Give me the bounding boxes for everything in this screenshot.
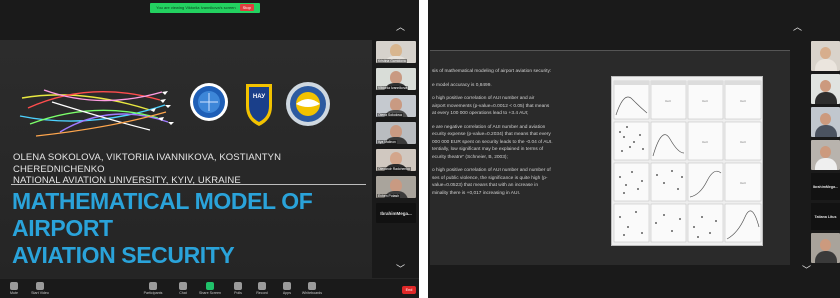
- text-line: value=0.0523) that means that with an in…: [432, 183, 538, 188]
- toolbar-label: Apps: [282, 291, 292, 295]
- svg-text:Corr: Corr: [740, 140, 746, 144]
- correlation-matrix-graphic: Corr Corr Corr Corr Corr Corr: [613, 80, 762, 243]
- toolbar-label: Polls: [234, 291, 242, 295]
- svg-text:Corr: Corr: [740, 181, 746, 185]
- chevron-down-icon[interactable]: ﹀: [802, 263, 811, 276]
- results-paragraph-2: e are negative correlation of AUI number…: [432, 124, 612, 162]
- svg-text:Corr: Corr: [702, 140, 708, 144]
- title-line-1: MATHEMATICAL MODEL OF AIRPORT: [12, 188, 313, 241]
- toolbar-label: Mute: [10, 291, 18, 295]
- start-video-button[interactable]: Start Video: [28, 282, 52, 295]
- toolbar-label: Chat: [179, 291, 187, 295]
- text-line: ecurity theatre" (Schneier, B, 2003);: [432, 154, 508, 160]
- screen-share-banner[interactable]: You are viewing Viktoriia Ivannikova's s…: [150, 3, 260, 13]
- participant-name: Evhen Potash: [377, 194, 401, 198]
- apps-icon: [283, 282, 291, 290]
- participant-tile[interactable]: [811, 233, 840, 263]
- share-banner-text: You are viewing Viktoriia Ivannikova's s…: [156, 5, 236, 10]
- record-button[interactable]: Record: [250, 282, 274, 295]
- title-line-2: AVIATION SECURITY: [12, 242, 235, 268]
- participant-strip: IbrahimMega... Tatiana Litus: [811, 41, 840, 266]
- participant-name-tile[interactable]: Tatiana Litus: [811, 203, 840, 230]
- share-screen-button[interactable]: Share Screen: [198, 282, 222, 295]
- slide-authors: OLENA SOKOLOVA, VIKTORIIA IVANNIKOVA, KO…: [13, 152, 372, 187]
- participants-button[interactable]: Participants: [141, 282, 165, 295]
- end-meeting-button[interactable]: End: [402, 286, 416, 294]
- text-line: ses of public violence, the significance…: [432, 175, 548, 181]
- participant-tile[interactable]: Olexandr Radchenko: [376, 149, 416, 171]
- meeting-toolbar: Mute Start Video Participants Chat Share…: [0, 278, 419, 298]
- participant-tile[interactable]: Olena Sokolova: [376, 95, 416, 117]
- right-zoom-window: ︿ sis of mathematical modeling of airpor…: [428, 0, 840, 298]
- text-line: ecurity expense (p-value=0.2034) that me…: [432, 132, 551, 137]
- correlation-matrix-plot: Corr Corr Corr Corr Corr Corr: [611, 76, 763, 246]
- toolbar-label: Record: [256, 291, 268, 295]
- participant-tile[interactable]: [811, 41, 840, 71]
- share-screen-icon: [206, 282, 214, 290]
- text-line: at every 100 000 operations lead to +3.4…: [432, 111, 529, 116]
- polls-button[interactable]: Polls: [226, 282, 250, 295]
- results-accuracy: e model accuracy is 0,8499.: [432, 82, 492, 88]
- results-heading: sis of mathematical modeling of airport …: [432, 69, 552, 74]
- toolbar-label: Share Screen: [199, 291, 221, 295]
- chevron-down-icon[interactable]: ﹀: [396, 262, 405, 275]
- authors-line: OLENA SOKOLOVA, VIKTORIIA IVANNIKOVA, KO…: [13, 152, 282, 175]
- toolbar-label: Participants: [143, 291, 163, 295]
- svg-text:НАУ: НАУ: [253, 94, 265, 100]
- slide-title: MATHEMATICAL MODEL OF AIRPORT AVIATION S…: [12, 188, 372, 269]
- toolbar-label: Start Video: [31, 291, 49, 295]
- participant-tile[interactable]: Ilya Malinov: [376, 122, 416, 144]
- chat-bubble-icon: [179, 282, 187, 290]
- participant-tile[interactable]: Kristina Gamidova: [376, 41, 416, 63]
- record-icon: [258, 282, 266, 290]
- text-line: 000 000 EUR spent on security leads to t…: [432, 139, 553, 145]
- text-line: e are negative correlation of AUI number…: [432, 124, 546, 130]
- chevron-up-icon[interactable]: ︿: [793, 20, 802, 33]
- participant-name: Viktoriia Ivannikova: [377, 86, 409, 90]
- shared-slide-results: sis of mathematical modeling of airport …: [430, 50, 790, 265]
- participant-tile[interactable]: Evhen Potash: [376, 176, 416, 198]
- results-text: sis of mathematical modeling of airport …: [432, 68, 612, 203]
- title-divider: [11, 184, 366, 185]
- left-zoom-window: You are viewing Viktoriia Ivannikova's s…: [0, 0, 419, 298]
- participant-name: Ilya Malinov: [377, 140, 397, 144]
- participant-tile[interactable]: [811, 107, 840, 137]
- toolbar-label: Whiteboards: [301, 291, 323, 295]
- poll-icon: [234, 282, 242, 290]
- mute-button[interactable]: Mute: [2, 282, 26, 295]
- text-line: o high positive correlation of AUI numbe…: [432, 96, 535, 101]
- text-line: tentially, low significant may be explai…: [432, 147, 544, 152]
- participant-name-tile[interactable]: IbrahimMega...: [811, 173, 840, 200]
- whiteboard-icon: [308, 282, 316, 290]
- svg-text:Corr: Corr: [702, 99, 708, 103]
- participant-name-tile[interactable]: IbrahimMega...: [376, 203, 416, 223]
- svg-text:Corr: Corr: [740, 99, 746, 103]
- video-camera-icon: [36, 282, 44, 290]
- chevron-up-icon[interactable]: ︿: [396, 20, 405, 33]
- participant-strip: Kristina Gamidova Viktoriia Ivannikova O…: [376, 41, 418, 228]
- people-icon: [149, 282, 157, 290]
- shared-slide: НАУ OLENA SOKOLOVA, VIKTORIIA IVANNIKOVA…: [0, 40, 372, 278]
- participant-name: Olexandr Radchenko: [377, 167, 411, 171]
- results-paragraph-3: o high positive correlation of AUI numbe…: [432, 167, 612, 197]
- chat-button[interactable]: Chat: [171, 282, 195, 295]
- participant-tile[interactable]: [811, 74, 840, 104]
- stop-share-button[interactable]: Stop: [239, 4, 254, 11]
- participant-name: Kristina Gamidova: [377, 59, 407, 63]
- participant-tile[interactable]: [811, 140, 840, 170]
- participant-tile[interactable]: Viktoriia Ivannikova: [376, 68, 416, 90]
- results-paragraph-1: o high positive correlation of AUI numbe…: [432, 95, 612, 118]
- apps-button[interactable]: Apps: [275, 282, 299, 295]
- text-line: airport movements (p-value=0.0012 < 0.05…: [432, 103, 550, 109]
- microphone-icon: [10, 282, 18, 290]
- svg-text:Corr: Corr: [665, 99, 671, 103]
- text-line: o high positive correlation of AUI numbe…: [432, 168, 551, 173]
- participant-name: Olena Sokolova: [377, 113, 403, 117]
- text-line: minality there is +0,017 increasing in A…: [432, 190, 521, 196]
- whiteboards-button[interactable]: Whiteboards: [300, 282, 324, 295]
